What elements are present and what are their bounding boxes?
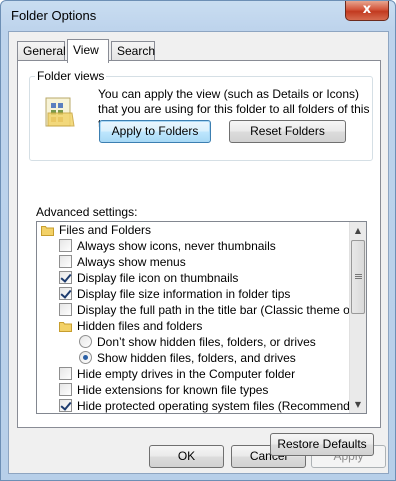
tree-option[interactable]: Display file icon on thumbnails [37,270,351,286]
folder-icon [41,224,54,236]
option-label: Always show menus [77,255,186,269]
tree-option[interactable]: Show hidden files, folders, and drives [37,350,351,366]
option-label: Hide extensions for known file types [77,383,269,397]
window-title: Folder Options [11,8,97,23]
tab-search[interactable]: Search [111,41,155,61]
tab-view[interactable]: View [67,39,109,63]
tree-option[interactable]: Hide protected operating system files (R… [37,398,366,413]
tree-category: Files and Folders [37,222,351,238]
view-tab-page: Folder views You can apply the view (suc… [17,60,381,456]
option-label: Don’t show hidden files, folders, or dri… [97,335,316,349]
option-label: Hide empty drives in the Computer folder [77,367,296,381]
folder-views-legend: Folder views [35,69,107,83]
vertical-scrollbar[interactable]: ▲ ▼ [349,222,366,413]
checkbox[interactable] [59,399,72,412]
tree-option[interactable]: Display file size information in folder … [37,286,351,302]
dialog-body: General View Search Folder views You can… [8,31,389,474]
folder-icon [59,320,72,332]
tab-general[interactable]: General [17,41,66,61]
tree-category: Hidden files and folders [37,318,351,334]
apply-to-folders-button[interactable]: Apply to Folders [99,120,211,143]
reset-folders-button[interactable]: Reset Folders [229,120,346,143]
option-label: Files and Folders [59,223,152,237]
checkbox[interactable] [59,287,72,300]
radio-button[interactable] [79,351,92,364]
checkbox[interactable] [59,271,72,284]
checkbox[interactable] [59,239,72,252]
tree-option[interactable]: Always show icons, never thumbnails [37,238,351,254]
tree-option[interactable]: Hide extensions for known file types [37,382,351,398]
radio-button[interactable] [79,335,92,348]
tree-option[interactable]: Hide empty drives in the Computer folder [37,366,351,382]
option-label: Show hidden files, folders, and drives [97,351,296,365]
folder-views-group: Folder views You can apply the view (suc… [29,69,373,161]
scroll-up-arrow-icon[interactable]: ▲ [350,222,366,239]
advanced-settings-label: Advanced settings: [36,205,138,219]
restore-defaults-button[interactable]: Restore Defaults [270,433,374,456]
option-label: Hide protected operating system files (R… [77,399,367,413]
option-label: Display the full path in the title bar (… [77,303,367,317]
advanced-settings-items: Files and Folders Always show icons, neve… [37,222,366,413]
ok-button[interactable]: OK [149,445,224,468]
checkbox[interactable] [59,255,72,268]
tree-option[interactable]: Always show menus [37,254,351,270]
option-label: Display file icon on thumbnails [77,271,239,285]
option-label: Hidden files and folders [77,319,203,333]
advanced-settings-list[interactable]: Files and Folders Always show icons, neve… [36,221,367,414]
folder-views-icon [45,97,75,127]
tree-option[interactable]: Don’t show hidden files, folders, or dri… [37,334,351,350]
folder-options-window: Folder Options x General View Search Fol… [0,0,396,481]
option-label: Always show icons, never thumbnails [77,239,276,253]
close-button[interactable]: x [345,1,389,21]
checkbox[interactable] [59,367,72,380]
option-label: Display file size information in folder … [77,287,291,301]
scroll-down-arrow-icon[interactable]: ▼ [350,396,366,413]
scroll-thumb[interactable] [351,240,365,314]
checkbox[interactable] [59,383,72,396]
checkbox[interactable] [59,303,72,316]
tree-option[interactable]: Display the full path in the title bar (… [37,302,366,318]
title-bar[interactable]: Folder Options x [1,1,395,31]
